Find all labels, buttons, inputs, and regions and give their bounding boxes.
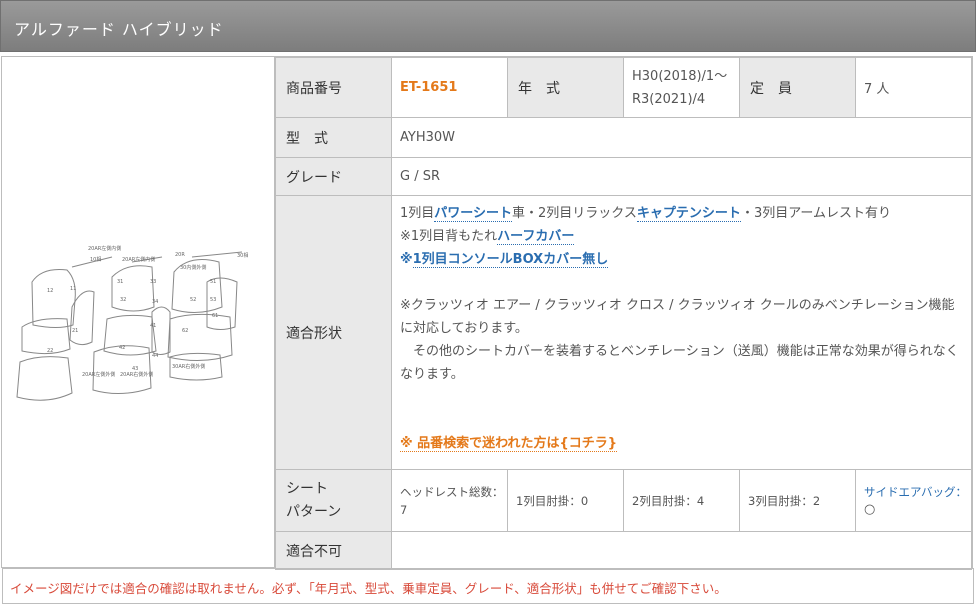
grade-value: G / SR [391, 157, 972, 196]
diagram-label: 32 [120, 297, 126, 303]
diagram-label: 42 [119, 345, 125, 351]
ventilation-note-2: その他のシートカバーを装着するとベンチレーション（送風）機能は正常な効果が得られ… [400, 344, 959, 382]
table-row: 適合不可 [275, 531, 972, 570]
diagram-label: 20AR左側内側 [88, 245, 121, 252]
diagram-label: 21 [72, 328, 78, 334]
fit-value: 1列目パワーシート車・2列目リラックスキャプテンシート・3列目アームレスト有り … [391, 195, 972, 470]
fit-line-1: 1列目パワーシート車・2列目リラックスキャプテンシート・3列目アームレスト有り [400, 206, 892, 222]
row1-armrest: 1列目肘掛：0 [507, 469, 624, 532]
diagram-label: 22 [47, 348, 53, 354]
row3-armrest: 3列目肘掛：2 [739, 469, 856, 532]
table-row: 型 式 AYH30W [275, 117, 972, 158]
table-row: 商品番号 ET-1651 年 式 H30(2018)/1〜 R3(2021)/4… [275, 57, 972, 118]
half-cover-link[interactable]: ハーフカバー [497, 229, 575, 245]
year-line-2: R3(2021)/4 [632, 91, 706, 107]
diagram-label: 33 [150, 279, 156, 285]
diagram-label: 11 [70, 286, 76, 292]
diagram-label: 20R [175, 252, 185, 258]
captain-seat-link[interactable]: キャプテンシート [636, 206, 741, 222]
product-search-link[interactable]: ※ 品番検索で迷われた方は{コチラ} [400, 436, 618, 452]
diagram-label: 62 [182, 328, 188, 334]
spec-table: 商品番号 ET-1651 年 式 H30(2018)/1〜 R3(2021)/4… [275, 57, 972, 570]
diagram-label: 30AR右側外側 [172, 363, 205, 370]
ventilation-note-1: ※クラッツィオ エアー / クラッツィオ クロス / クラッツィオ クールのみベ… [400, 298, 955, 336]
page-title: アルファード ハイブリッド [14, 20, 224, 39]
table-row: グレード G / SR [275, 157, 972, 196]
diagram-label: 10相 [90, 256, 101, 263]
incompatible-value [391, 531, 972, 570]
table-row: 適合形状 1列目パワーシート車・2列目リラックスキャプテンシート・3列目アームレ… [275, 195, 972, 470]
product-no-label: 商品番号 [275, 57, 392, 118]
year-label: 年 式 [507, 57, 624, 118]
headrest-count: ヘッドレスト総数： 7 [391, 469, 508, 532]
capacity-label: 定 員 [739, 57, 856, 118]
capacity-value: 7 人 [855, 57, 972, 118]
seat-diagram: 20AR左側内側 10相 20AR左側内側 20R 30相 30内側外側 12 … [2, 57, 275, 567]
table-row: シート パターン ヘッドレスト総数： 7 1列目肘掛：0 2列目肘掛：4 3列目… [275, 469, 972, 532]
diagram-label: 30内側外側 [180, 264, 206, 271]
diagram-label: 12 [47, 288, 53, 294]
diagram-label: 51 [210, 279, 216, 285]
diagram-label: 61 [212, 313, 218, 319]
diagram-label: 30相 [237, 252, 248, 259]
side-airbag-link[interactable]: サイドエアバッグ： [864, 483, 971, 501]
diagram-label: 20AR右側外側 [120, 371, 153, 378]
diagram-label: 52 [190, 297, 196, 303]
year-line-1: H30(2018)/1〜 [632, 68, 728, 84]
power-seat-link[interactable]: パワーシート [434, 206, 513, 222]
page-header: アルファード ハイブリッド [0, 0, 976, 52]
product-no-value: ET-1651 [391, 57, 508, 118]
year-value: H30(2018)/1〜 R3(2021)/4 [623, 57, 740, 118]
seat-diagram-image: 20AR左側内側 10相 20AR左側内側 20R 30相 30内側外側 12 … [16, 245, 248, 401]
fit-label: 適合形状 [275, 195, 392, 470]
row2-armrest: 2列目肘掛：4 [623, 469, 740, 532]
diagram-label: 53 [210, 297, 216, 303]
diagram-label: 20AR左側外側 [82, 371, 115, 378]
model-value: AYH30W [391, 117, 972, 158]
diagram-label: 31 [117, 279, 123, 285]
console-box-link[interactable]: 1列目コンソールBOXカバー無し [412, 252, 609, 268]
diagram-label: 20AR左側内側 [122, 256, 155, 263]
diagram-label: 41 [150, 323, 156, 329]
side-airbag: サイドエアバッグ： ○ [855, 469, 972, 532]
grade-label: グレード [275, 157, 392, 196]
diagram-label: 44 [152, 353, 158, 359]
model-label: 型 式 [275, 117, 392, 158]
disclaimer-note: イメージ図だけでは適合の確認は取れません。必ず、「年月式、型式、乗車定員、グレー… [2, 568, 974, 604]
seat-pattern-label: シート パターン [275, 469, 392, 532]
fit-line-3: ※1列目コンソールBOXカバー無し [400, 252, 609, 268]
incompatible-label: 適合不可 [275, 531, 392, 570]
diagram-label: 34 [152, 299, 158, 305]
fit-line-2: ※1列目背もたれハーフカバー [400, 229, 575, 245]
